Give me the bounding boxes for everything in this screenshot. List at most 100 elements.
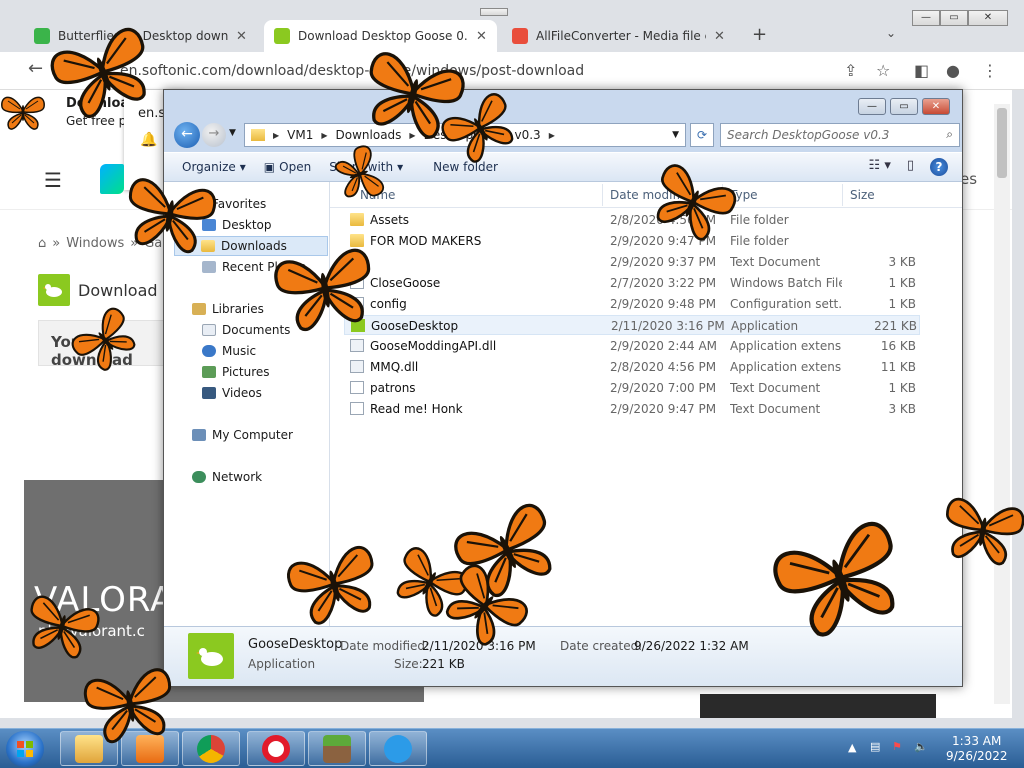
- file-size: 221 KB: [874, 319, 917, 333]
- network-icon: [192, 471, 206, 483]
- goose-app-icon: [38, 274, 70, 306]
- explorer-titlebar[interactable]: — ▭ ✕: [164, 90, 962, 120]
- file-name: GooseModdingAPI.dll: [370, 339, 497, 353]
- windows-logo-icon: [17, 741, 33, 757]
- clock-date[interactable]: 9/26/2022: [946, 749, 1008, 763]
- right-ad-image[interactable]: [700, 694, 936, 718]
- butterfly-icon: [1, 96, 45, 130]
- nav-my-computer[interactable]: My Computer: [192, 425, 293, 445]
- hamburger-menu-icon[interactable]: ☰: [44, 168, 62, 192]
- new-tab-button[interactable]: +: [752, 24, 767, 45]
- open-button[interactable]: ▣ Open: [264, 160, 311, 174]
- minimize-button[interactable]: —: [912, 10, 940, 26]
- explorer-minimize-button[interactable]: —: [858, 98, 886, 115]
- recent-pages-chevron-icon[interactable]: ▼: [229, 128, 236, 138]
- view-options-icon[interactable]: ☷ ▾: [869, 158, 891, 176]
- file-name: Read me! Honk: [370, 402, 463, 416]
- file-type: Text Document: [730, 402, 821, 416]
- action-center-flag-icon[interactable]: ⚑: [892, 740, 902, 753]
- tab-close-icon[interactable]: ✕: [476, 29, 487, 44]
- nav-music[interactable]: Music: [202, 341, 256, 361]
- file-size: 11 KB: [880, 360, 916, 374]
- file-row[interactable]: config 2/9/2020 9:48 PM Configuration sett…: [344, 294, 920, 314]
- help-icon[interactable]: ?: [930, 158, 948, 176]
- forward-button[interactable]: →: [202, 123, 226, 147]
- explorer-search-input[interactable]: Search DesktopGoose v0.3 ⌕: [720, 123, 960, 147]
- file-size: 1 KB: [888, 276, 916, 290]
- nav-pictures[interactable]: Pictures: [202, 362, 270, 382]
- file-row[interactable]: FOR MOD MAKERS 2/9/2020 9:47 PM File folde…: [344, 231, 920, 251]
- file-date: 2/9/2020 9:47 PM: [610, 402, 717, 416]
- file-type: Windows Batch File: [730, 276, 842, 290]
- file-type: File folder: [730, 234, 789, 248]
- taskbar-opera[interactable]: [247, 731, 305, 766]
- libraries-icon: [192, 303, 206, 315]
- file-type: Application extens...: [730, 339, 842, 353]
- explorer-close-button[interactable]: ✕: [922, 98, 950, 115]
- taskbar-minecraft[interactable]: [308, 731, 366, 766]
- pictures-icon: [202, 366, 216, 378]
- refresh-button[interactable]: ⟳: [690, 123, 714, 147]
- side-panel-icon[interactable]: ◧: [914, 61, 929, 80]
- address-bar[interactable]: en.softonic.com/download/desktop-goose/w…: [120, 58, 880, 84]
- menu-kebab-icon[interactable]: ⋮: [982, 61, 998, 80]
- network-tray-icon[interactable]: ▤: [870, 740, 880, 753]
- volume-icon[interactable]: 🔈: [914, 740, 928, 753]
- file-row[interactable]: Assets2/8/2020 4:56 PMFile folder: [344, 210, 920, 230]
- home-icon[interactable]: ⌂: [38, 236, 46, 251]
- softonic-logo[interactable]: [100, 164, 124, 194]
- close-button[interactable]: ✕: [968, 10, 1008, 26]
- start-button[interactable]: [6, 731, 44, 767]
- explorer-maximize-button[interactable]: ▭: [890, 98, 918, 115]
- file-row[interactable]: patrons 2/9/2020 7:00 PM Text Document 1 KB: [344, 378, 920, 398]
- restore-strip: [480, 8, 508, 16]
- maximize-button[interactable]: ▭: [940, 10, 968, 26]
- tab-search-chevron-icon[interactable]: ⌄: [886, 26, 896, 40]
- address-crumb-vm1[interactable]: VM1: [287, 128, 313, 142]
- organize-button[interactable]: Organize ▾: [182, 160, 246, 174]
- column-header-size[interactable]: Size: [850, 188, 875, 202]
- file-name: FOR MOD MAKERS: [370, 234, 482, 248]
- file-row[interactable]: GooseDesktop 2/11/2020 3:16 PM Application…: [344, 315, 920, 335]
- back-button[interactable]: ←: [174, 122, 200, 148]
- clock-time[interactable]: 1:33 AM: [952, 734, 1001, 748]
- file-type: Text Document: [730, 255, 821, 269]
- doc-file-icon: [350, 381, 364, 394]
- view-controls: ☷ ▾ ▯ ?: [869, 158, 948, 176]
- file-row[interactable]: Read me! Honk 2/9/2020 9:47 PM Text Docume…: [344, 399, 920, 419]
- file-type: Configuration sett...: [730, 297, 842, 311]
- page-scrollbar[interactable]: [994, 104, 1010, 704]
- tab-close-icon[interactable]: ✕: [236, 29, 247, 44]
- desktop-goose-icon: [384, 734, 412, 763]
- share-icon[interactable]: ⇪: [844, 61, 857, 80]
- nav-network[interactable]: Network: [192, 467, 262, 487]
- bookmark-star-icon[interactable]: ☆: [876, 61, 890, 80]
- tab-close-icon[interactable]: ✕: [714, 29, 725, 44]
- file-name: GooseDesktop: [371, 319, 459, 333]
- url-text: en.softonic.com/download/desktop-goose/w…: [120, 63, 585, 79]
- videos-icon: [202, 387, 216, 399]
- folder-icon: [251, 129, 265, 141]
- system-tray: ▲ ▤ ⚑ 🔈 1:33 AM 9/26/2022: [840, 729, 1024, 768]
- documents-icon: [202, 324, 216, 336]
- file-size: 3 KB: [888, 255, 916, 269]
- recent-places-icon: [202, 261, 216, 273]
- tab-allfileconverter[interactable]: AllFileConverter - Media file conv ✕: [502, 20, 735, 52]
- nav-libraries[interactable]: Libraries: [192, 299, 264, 319]
- file-row[interactable]: 2/9/2020 9:37 PM Text Document 3 KB: [344, 252, 920, 272]
- taskbar-desktop-goose[interactable]: [369, 731, 427, 766]
- show-hidden-icons-icon[interactable]: ▲: [848, 741, 856, 754]
- computer-icon: [192, 429, 206, 441]
- file-row[interactable]: GooseModdingAPI.dll 2/9/2020 2:44 AM Appli…: [344, 336, 920, 356]
- goose-app-large-icon: [188, 633, 234, 679]
- scrollbar-thumb[interactable]: [997, 108, 1007, 178]
- profile-avatar-icon[interactable]: ●: [946, 61, 960, 80]
- preview-pane-icon[interactable]: ▯: [907, 158, 914, 176]
- file-row[interactable]: CloseGoose 2/7/2020 3:22 PM Windows Batch …: [344, 273, 920, 293]
- address-dropdown-chevron-icon[interactable]: ▼: [672, 130, 679, 140]
- file-row[interactable]: MMQ.dll 2/8/2020 4:56 PM Application exten…: [344, 357, 920, 377]
- explorer-nav-row: ← → ▼ ▶ VM1 ▶ Downloads ▶ DesktopGoose v…: [172, 122, 960, 148]
- taskbar-chrome[interactable]: [182, 731, 240, 766]
- command-bar: Organize ▾ ▣Open Share with ▾ New folder…: [164, 152, 962, 182]
- nav-videos[interactable]: Videos: [202, 383, 262, 403]
